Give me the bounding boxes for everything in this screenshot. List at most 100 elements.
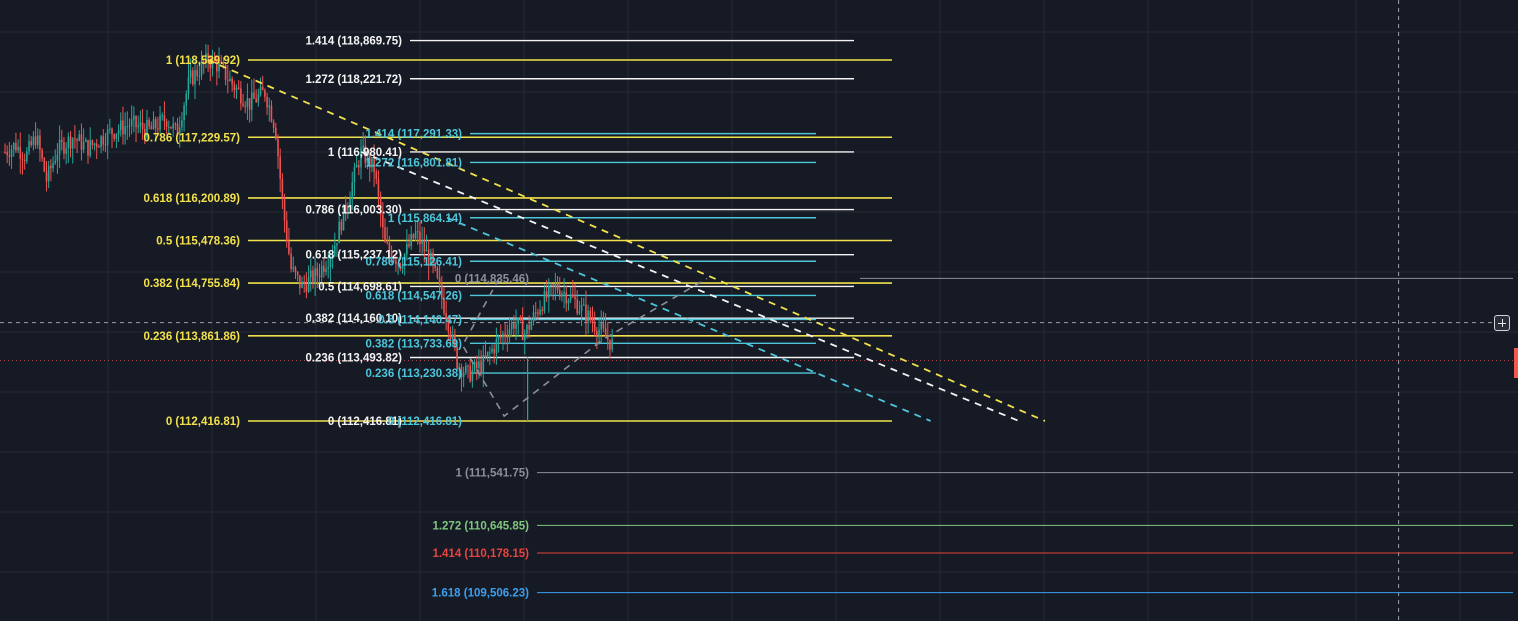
candle-body bbox=[135, 116, 137, 128]
candle-body bbox=[115, 133, 118, 139]
candle-body bbox=[486, 351, 489, 357]
candle-body bbox=[139, 122, 142, 126]
candle-body bbox=[196, 69, 198, 76]
candle-body bbox=[419, 231, 421, 244]
candle-body bbox=[237, 87, 240, 89]
candle-body bbox=[438, 277, 441, 285]
candle-body bbox=[336, 243, 338, 246]
candle-body bbox=[296, 272, 299, 276]
candle-body bbox=[58, 139, 61, 155]
candle-body bbox=[465, 365, 467, 373]
fib-level-label: 0.5 (114,140.47) bbox=[378, 314, 462, 326]
candle-body bbox=[576, 299, 579, 314]
candle-body bbox=[19, 146, 22, 159]
candle-body bbox=[294, 267, 297, 273]
candle-body bbox=[277, 138, 279, 157]
candle-body bbox=[353, 167, 356, 183]
candle-body bbox=[281, 178, 284, 198]
candle-body bbox=[60, 139, 63, 142]
candle-body bbox=[43, 158, 46, 172]
candle-body bbox=[423, 240, 426, 252]
candle-body bbox=[268, 105, 271, 108]
candle-body bbox=[185, 93, 188, 106]
candle-body bbox=[609, 339, 611, 350]
candle-body bbox=[338, 221, 340, 244]
candle-body bbox=[41, 150, 43, 159]
candle-body bbox=[299, 275, 301, 288]
fib-level-label: 0.5 (115,478.36) bbox=[156, 236, 240, 248]
crosshair bbox=[0, 0, 1514, 621]
candle-body bbox=[406, 243, 408, 255]
candle-body bbox=[23, 160, 26, 162]
candle-body bbox=[508, 329, 511, 338]
candle-body bbox=[100, 136, 102, 148]
candle-body bbox=[82, 141, 85, 150]
candle-body bbox=[137, 125, 140, 128]
candle-body bbox=[493, 348, 496, 354]
candle-body bbox=[574, 296, 576, 300]
candle-body bbox=[240, 88, 242, 104]
candle-body bbox=[192, 70, 194, 85]
candle-body bbox=[248, 98, 251, 110]
candle-body bbox=[591, 319, 594, 324]
fib-level-label: 0.786 (117,229.57) bbox=[143, 132, 240, 144]
candle-body bbox=[10, 149, 13, 157]
candle-body bbox=[106, 129, 109, 145]
candle-body bbox=[484, 354, 487, 357]
fib-level-label: 0 (112,416.81) bbox=[166, 416, 240, 428]
candle-body bbox=[565, 292, 568, 304]
candle-body bbox=[482, 354, 485, 373]
candle-body bbox=[52, 162, 54, 169]
candle-body bbox=[327, 266, 330, 269]
candle-body bbox=[246, 98, 249, 107]
fib-level-label: 1.272 (110,645.85) bbox=[432, 520, 529, 532]
candle-body bbox=[76, 139, 78, 141]
plus-in-circle-icon[interactable] bbox=[1494, 314, 1510, 331]
price-chart[interactable]: 1 (118,539.92) 0.786 (117,229.57) 0.618 (1… bbox=[0, 0, 1518, 621]
chart-stage[interactable]: 1 (118,539.92) 0.786 (117,229.57) 0.618 (1… bbox=[0, 0, 1518, 621]
fib-level-label: 1.414 (118,869.75) bbox=[305, 36, 402, 48]
candle-body bbox=[194, 69, 196, 85]
candle-body bbox=[148, 119, 150, 127]
candle-body bbox=[558, 290, 561, 297]
candle-body bbox=[340, 221, 343, 231]
candle-body bbox=[598, 329, 600, 336]
candle-body bbox=[36, 135, 39, 146]
candle-body bbox=[436, 267, 439, 278]
candle-body bbox=[421, 240, 423, 244]
fib-level-label: 0 (114,835.46) bbox=[455, 273, 529, 285]
candle-body bbox=[250, 92, 253, 110]
fib-level-label: 0.618 (114,547.26) bbox=[365, 290, 462, 302]
candle-body bbox=[266, 96, 268, 108]
candle-body bbox=[510, 322, 513, 330]
candle-body bbox=[12, 143, 15, 150]
candle-body bbox=[17, 146, 19, 151]
candle-body bbox=[561, 293, 563, 297]
fib-level-label: 0 (112,416.81) bbox=[388, 416, 462, 428]
candle-body bbox=[174, 123, 177, 125]
candle-body bbox=[504, 333, 506, 337]
candle-body bbox=[469, 365, 471, 382]
candle-body bbox=[541, 309, 544, 312]
candle-body bbox=[412, 234, 415, 239]
candle-body bbox=[358, 165, 360, 168]
candle-body bbox=[104, 144, 107, 146]
fib-level-label: 0.236 (113,861.86) bbox=[143, 331, 240, 343]
candle-body bbox=[502, 333, 504, 338]
last-price-marker bbox=[1514, 347, 1518, 378]
candle-body bbox=[63, 141, 65, 154]
candle-body bbox=[71, 138, 74, 149]
candle-body bbox=[593, 323, 596, 331]
candle-body bbox=[589, 310, 592, 320]
candle-body bbox=[67, 136, 70, 149]
candle-body bbox=[572, 294, 574, 297]
fib-level-label: 0.382 (114,755.84) bbox=[143, 278, 240, 290]
candle-body bbox=[161, 115, 164, 117]
candle-body bbox=[471, 369, 474, 382]
candle-body bbox=[189, 70, 192, 78]
candle-body bbox=[416, 231, 419, 233]
candle-body bbox=[50, 165, 52, 169]
fib-level-label: 1.414 (117,291.33) bbox=[365, 129, 462, 141]
candle-body bbox=[580, 304, 583, 312]
candle-body bbox=[47, 165, 50, 182]
